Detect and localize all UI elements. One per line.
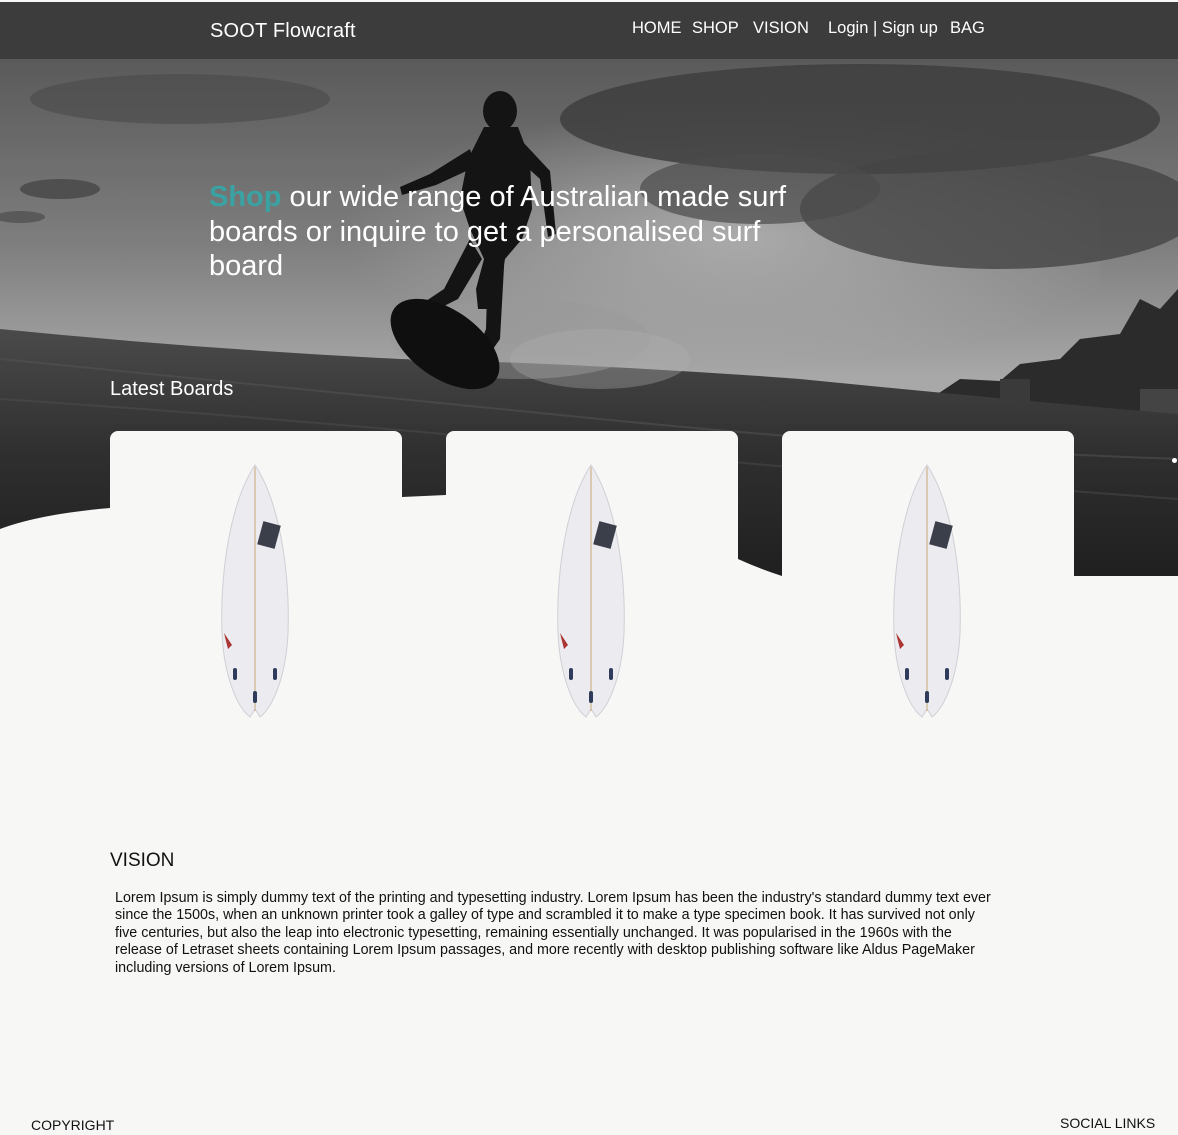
- nav-login-signup[interactable]: Login | Sign up: [828, 19, 938, 38]
- footer-copyright: COPYRIGHT: [31, 1117, 115, 1133]
- hero-headline: Shop our wide range of Australian made s…: [209, 180, 819, 284]
- headline-accent[interactable]: Shop: [209, 181, 282, 213]
- nav-shop[interactable]: SHOP: [692, 19, 739, 38]
- vision-paragraph: Lorem Ipsum is simply dummy text of the …: [115, 890, 991, 976]
- surfboard-image: [893, 464, 961, 718]
- nav-home[interactable]: HOME: [632, 19, 682, 38]
- nav-bag[interactable]: BAG: [950, 19, 985, 38]
- product-card-3[interactable]: [782, 431, 1074, 731]
- product-card-2[interactable]: [446, 431, 738, 731]
- surfboard-image: [557, 464, 625, 718]
- vision-heading: VISION: [110, 850, 175, 871]
- footer-social-links[interactable]: SOCIAL LINKS: [1060, 1115, 1155, 1131]
- brand-logo[interactable]: SOOT Flowcraft: [210, 20, 356, 43]
- nav-vision[interactable]: VISION: [753, 19, 809, 38]
- latest-boards-heading: Latest Boards: [110, 378, 234, 400]
- headline-text: our wide range of Australian made surf b…: [209, 181, 787, 282]
- top-navbar: SOOT Flowcraft HOME SHOP VISION Login | …: [0, 2, 1178, 59]
- surfboard-image: [221, 464, 289, 718]
- product-card-1[interactable]: [110, 431, 402, 731]
- carousel-dot[interactable]: [1172, 458, 1177, 463]
